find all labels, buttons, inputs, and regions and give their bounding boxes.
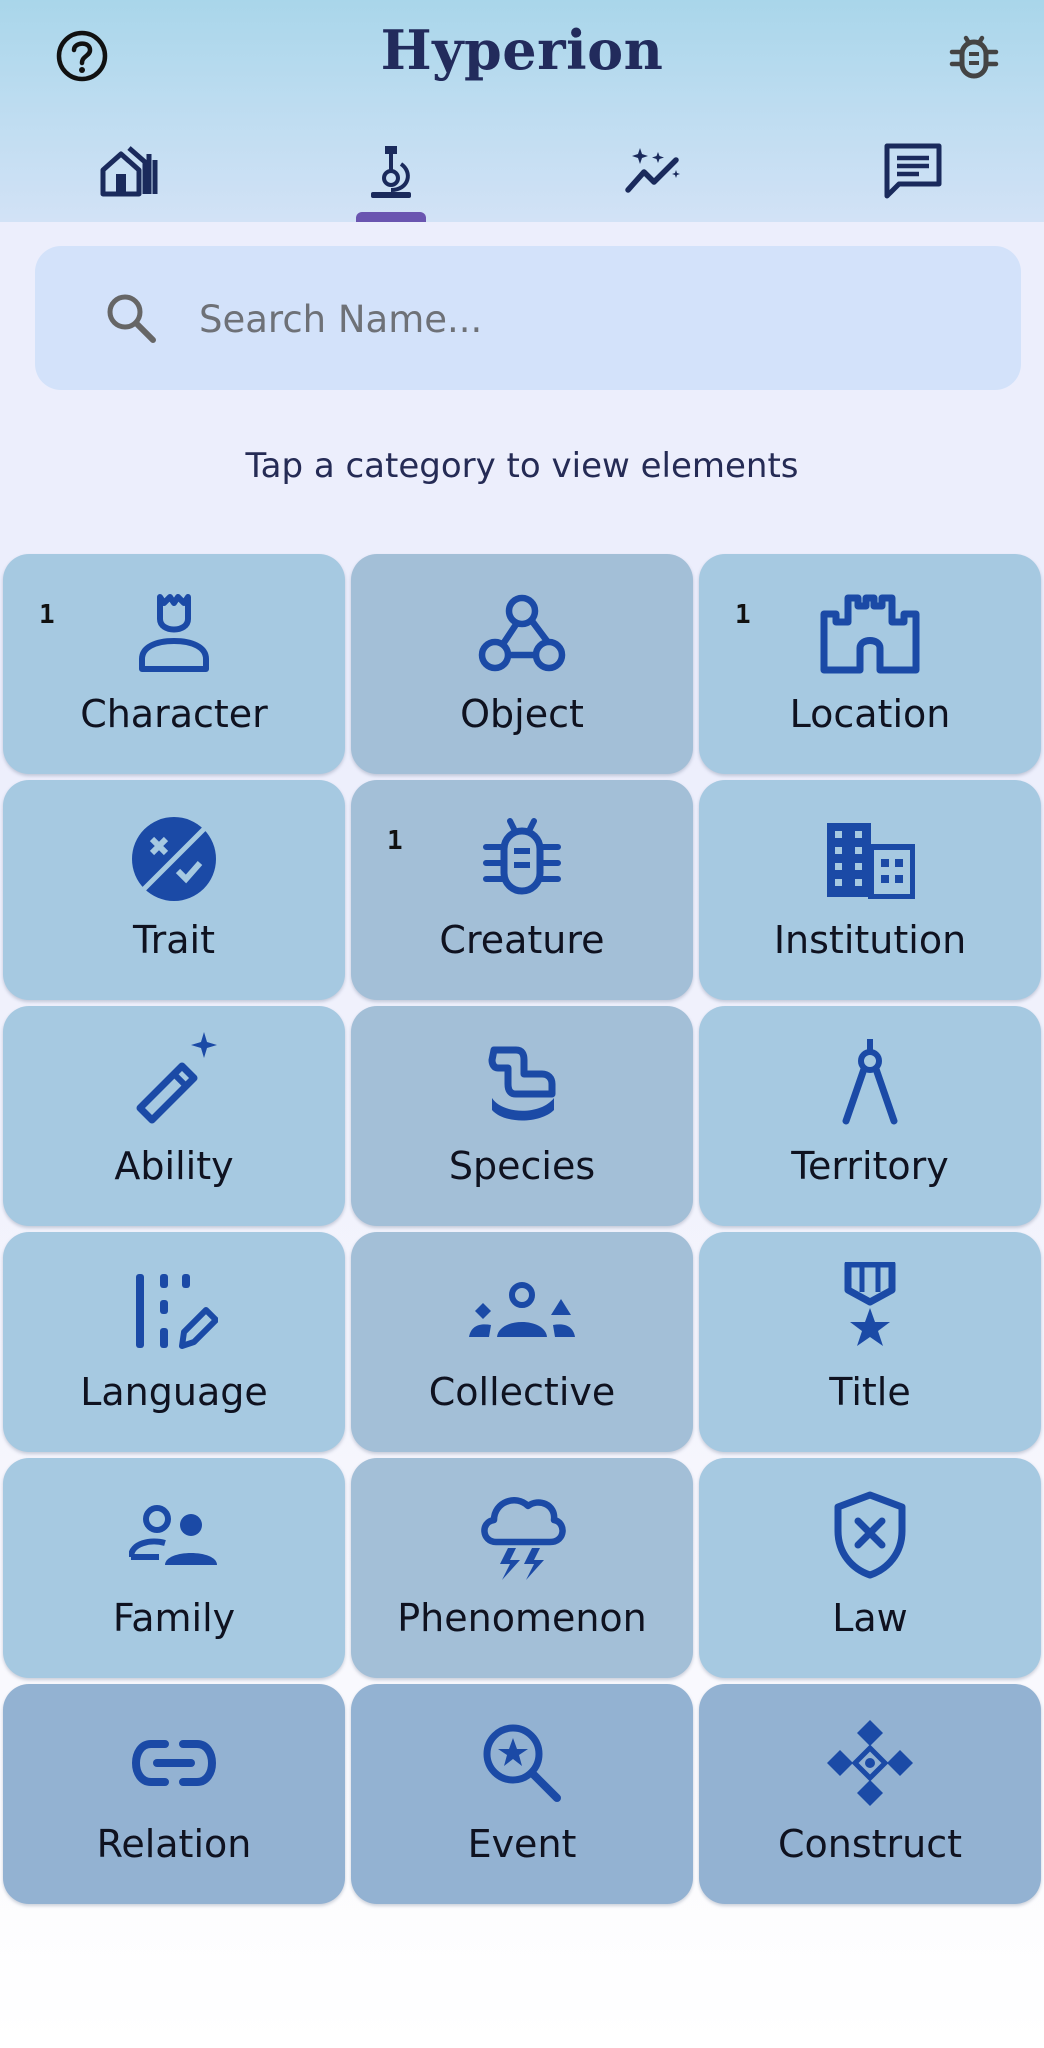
category-phenomenon[interactable]: Phenomenon bbox=[351, 1458, 693, 1678]
category-label: Construct bbox=[777, 1822, 963, 1866]
category-law[interactable]: Law bbox=[699, 1458, 1041, 1678]
character-icon bbox=[3, 592, 345, 674]
category-label: Character bbox=[80, 692, 268, 736]
storm-icon bbox=[351, 1496, 693, 1580]
category-language[interactable]: Language bbox=[3, 1232, 345, 1452]
category-label: Title bbox=[829, 1370, 911, 1414]
castle-icon bbox=[699, 592, 1041, 674]
category-label: Location bbox=[789, 692, 951, 736]
category-label: Trait bbox=[133, 918, 215, 962]
category-label: Ability bbox=[114, 1144, 234, 1188]
family-icon bbox=[3, 1496, 345, 1578]
category-label: Institution bbox=[773, 918, 967, 962]
chat-icon bbox=[884, 143, 942, 199]
category-grid: 1 Character Object 1 Location Trait 1 Cr… bbox=[3, 554, 1041, 1904]
compass-icon bbox=[699, 1039, 1041, 1126]
construct-icon bbox=[699, 1720, 1041, 1806]
category-ability[interactable]: Ability bbox=[3, 1006, 345, 1226]
category-family[interactable]: Family bbox=[3, 1458, 345, 1678]
category-construct[interactable]: Construct bbox=[699, 1684, 1041, 1904]
category-label: Collective bbox=[428, 1370, 616, 1414]
search-icon bbox=[103, 290, 159, 351]
medal-icon bbox=[699, 1262, 1041, 1352]
tab-insights[interactable] bbox=[593, 130, 713, 222]
trait-icon bbox=[3, 817, 345, 901]
sparkle-chart-icon bbox=[625, 148, 680, 193]
search-bar[interactable] bbox=[35, 246, 1021, 390]
category-creature[interactable]: 1 Creature bbox=[351, 780, 693, 1000]
category-object[interactable]: Object bbox=[351, 554, 693, 774]
search-star-icon bbox=[351, 1722, 693, 1804]
category-species[interactable]: Species bbox=[351, 1006, 693, 1226]
category-label: Family bbox=[112, 1596, 236, 1640]
app-header: Hyperion bbox=[0, 0, 1044, 222]
category-collective[interactable]: Collective bbox=[351, 1232, 693, 1452]
search-input[interactable] bbox=[197, 282, 981, 356]
tab-home[interactable] bbox=[70, 130, 190, 222]
category-label: Event bbox=[467, 1822, 577, 1866]
webhook-icon bbox=[351, 592, 693, 674]
category-relation[interactable]: Relation bbox=[3, 1684, 345, 1904]
species-icon bbox=[351, 1044, 693, 1126]
category-label: Species bbox=[448, 1144, 596, 1188]
category-territory[interactable]: Territory bbox=[699, 1006, 1041, 1226]
category-label: Language bbox=[80, 1370, 268, 1414]
building-icon bbox=[699, 818, 1041, 900]
bug-icon bbox=[351, 818, 693, 900]
link-icon bbox=[3, 1722, 345, 1804]
category-title[interactable]: Title bbox=[699, 1232, 1041, 1452]
bug-icon[interactable] bbox=[946, 30, 1002, 91]
category-label: Object bbox=[460, 692, 584, 736]
category-character[interactable]: 1 Character bbox=[3, 554, 345, 774]
shield-x-icon bbox=[699, 1491, 1041, 1579]
home-icon bbox=[100, 146, 158, 197]
category-hint: Tap a category to view elements bbox=[245, 446, 799, 486]
microscope-icon bbox=[371, 146, 411, 198]
category-trait[interactable]: Trait bbox=[3, 780, 345, 1000]
category-event[interactable]: Event bbox=[351, 1684, 693, 1904]
active-tab-indicator bbox=[356, 212, 426, 222]
category-institution[interactable]: Institution bbox=[699, 780, 1041, 1000]
groups-icon bbox=[351, 1270, 693, 1352]
category-label: Phenomenon bbox=[397, 1596, 647, 1640]
category-label: Law bbox=[832, 1596, 908, 1640]
tab-notes[interactable] bbox=[853, 130, 973, 222]
category-label: Relation bbox=[96, 1822, 252, 1866]
magic-wand-icon bbox=[3, 1032, 345, 1126]
category-label: Creature bbox=[439, 918, 605, 962]
language-icon bbox=[3, 1270, 345, 1352]
app-title: Hyperion bbox=[380, 18, 664, 82]
category-location[interactable]: 1 Location bbox=[699, 554, 1041, 774]
tab-research[interactable] bbox=[331, 130, 451, 222]
category-label: Territory bbox=[791, 1144, 949, 1188]
